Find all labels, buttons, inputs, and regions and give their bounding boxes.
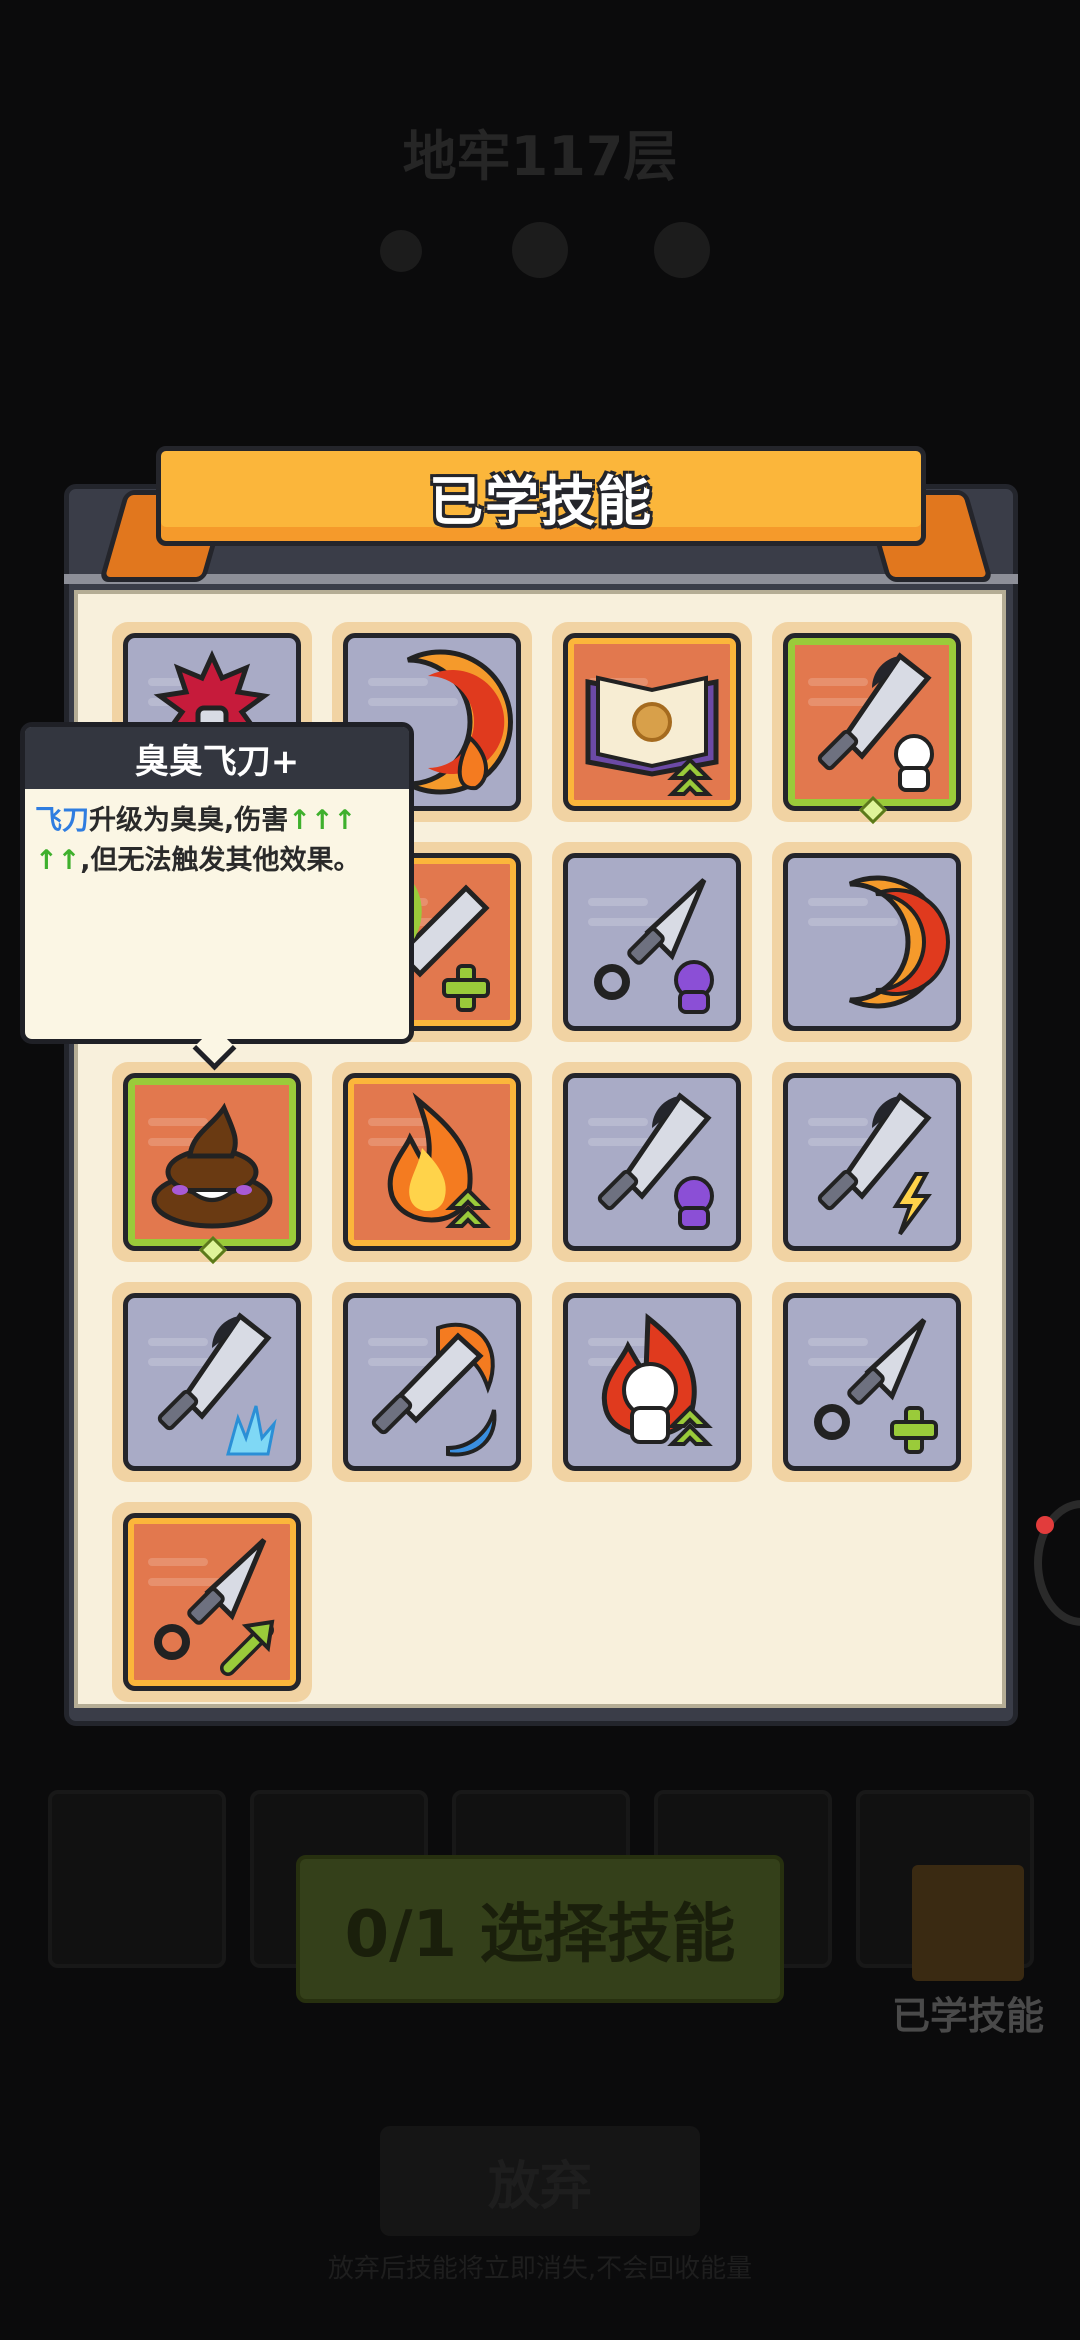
poop-icon <box>151 1102 273 1229</box>
panel-title-ribbon: 已学技能 <box>156 446 926 546</box>
panel-title: 已学技能 <box>429 469 653 533</box>
cleaver-lightning-icon <box>817 1092 932 1236</box>
abandon-button[interactable]: 放弃 <box>380 2126 700 2236</box>
background-coin-icon <box>380 230 422 272</box>
tooltip-header: 臭臭飞刀+ <box>25 727 409 789</box>
learned-skills-button-label: 已学技能 <box>892 1994 1045 2038</box>
dagger-purple-skull-icon <box>594 878 714 1014</box>
tooltip-description: 飞刀升级为臭臭,伤害↑↑↑ ↑↑,但无法触发其他效果。 <box>35 801 405 881</box>
cleaver-skull-icon <box>817 652 934 792</box>
skill-card[interactable] <box>552 1282 752 1482</box>
dagger-arrow-icon <box>154 1538 275 1676</box>
floor-title: 地牢117层 <box>402 125 678 188</box>
select-skill-label: 0/1 选择技能 <box>344 1898 736 1972</box>
skill-card[interactable] <box>552 842 752 1042</box>
skill-card[interactable] <box>772 1282 972 1482</box>
tooltip-keyword: 飞刀 <box>35 805 89 836</box>
skill-frame <box>123 1513 301 1691</box>
tooltip-text: 升级为臭臭,伤害 <box>89 805 289 836</box>
skill-frame <box>783 1073 961 1251</box>
burning-skull-upgrade-icon <box>601 1312 713 1446</box>
tooltip-title: 臭臭飞刀+ <box>134 741 300 782</box>
abandon-label: 放弃 <box>487 2156 592 2217</box>
skill-frame <box>563 1293 741 1471</box>
background-skill-slot <box>48 1790 226 1968</box>
notification-dot <box>1036 1516 1054 1534</box>
skill-frame <box>563 853 741 1031</box>
skill-frame <box>783 633 961 811</box>
skill-card[interactable] <box>772 842 972 1042</box>
skill-card[interactable] <box>552 1062 752 1262</box>
damage-up-arrows: ↑↑ <box>35 845 81 876</box>
select-skill-button[interactable]: 0/1 选择技能 <box>296 1855 784 2003</box>
skill-frame <box>123 1073 301 1251</box>
cleaver-ice-icon <box>157 1312 277 1456</box>
dagger-plus-icon <box>814 1318 938 1454</box>
skill-card[interactable] <box>772 1062 972 1262</box>
damage-up-arrows: ↑↑↑ <box>288 805 357 836</box>
skill-frame <box>343 1073 521 1251</box>
skill-frame <box>343 1293 521 1471</box>
skill-frame <box>563 633 741 811</box>
skill-frame <box>783 853 961 1031</box>
sun-book-upgrade-icon <box>585 675 719 796</box>
footer-note: 放弃后技能将立即消失,不会回收能量 <box>327 2254 753 2284</box>
skill-frame <box>783 1293 961 1471</box>
skill-card[interactable] <box>552 622 752 822</box>
skill-card[interactable] <box>112 1282 312 1482</box>
skill-card[interactable] <box>112 1062 312 1265</box>
skill-card[interactable] <box>332 1062 532 1262</box>
cleaver-purple-skull-icon <box>597 1092 714 1230</box>
sword-fire-water-icon <box>371 1322 497 1457</box>
skill-card[interactable] <box>112 1502 312 1702</box>
skill-frame <box>123 1293 301 1471</box>
double-crescent-icon <box>848 875 950 1009</box>
background-gear-icon <box>512 222 568 278</box>
skill-tooltip: 臭臭飞刀+ 飞刀升级为臭臭,伤害↑↑↑ ↑↑,但无法触发其他效果。 <box>20 722 414 1071</box>
panel-rail <box>64 574 1018 584</box>
skill-card[interactable] <box>772 622 972 825</box>
skill-card[interactable] <box>332 1282 532 1482</box>
fire-upgrade-icon <box>387 1092 491 1228</box>
background-face-icon <box>654 222 710 278</box>
learned-skills-book-icon[interactable] <box>912 1865 1024 1981</box>
tooltip-text: ,但无法触发其他效果。 <box>80 845 361 876</box>
skill-frame <box>563 1073 741 1251</box>
